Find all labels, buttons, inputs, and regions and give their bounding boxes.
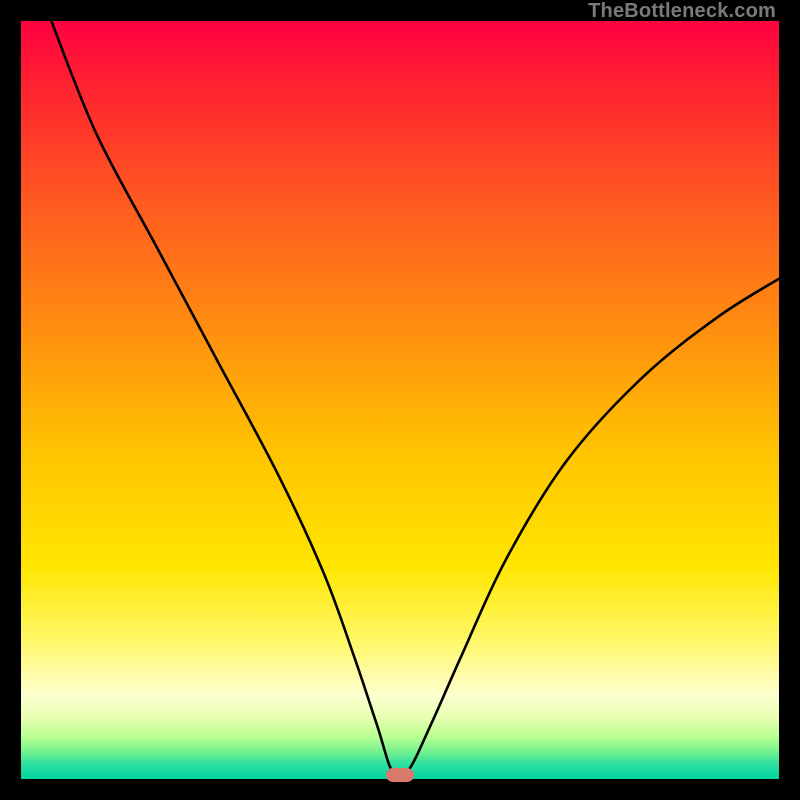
watermark-text: TheBottleneck.com	[588, 0, 776, 23]
chart-frame: TheBottleneck.com	[0, 0, 800, 800]
minimum-marker	[386, 768, 414, 782]
plot-area	[21, 21, 779, 779]
bottleneck-curve	[21, 21, 779, 779]
